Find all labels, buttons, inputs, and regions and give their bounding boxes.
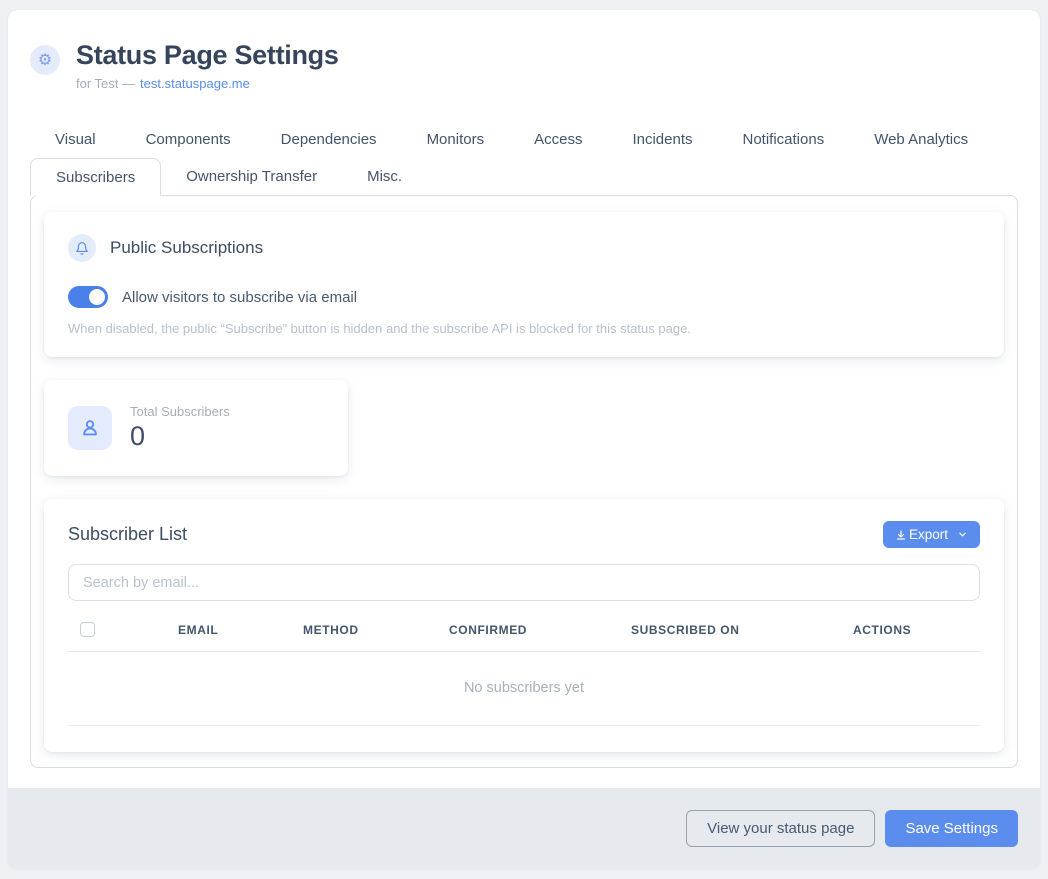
- subscriber-list-card: Subscriber List Export: [44, 499, 1004, 752]
- tab-misc[interactable]: Misc.: [342, 158, 427, 195]
- allow-subscribe-label: Allow visitors to subscribe via email: [122, 289, 357, 306]
- column-header-confirmed: Confirmed: [449, 623, 631, 637]
- export-button-label: Export: [909, 527, 948, 542]
- total-subscribers-card: Total Subscribers 0: [44, 380, 348, 476]
- header-text: Status Page Settings for Test — test.sta…: [76, 40, 339, 91]
- tab-row-2: Subscribers Ownership Transfer Misc.: [30, 158, 1018, 195]
- allow-subscribe-toggle[interactable]: [68, 286, 108, 308]
- subscribers-tab-panel: Public Subscriptions Allow visitors to s…: [30, 195, 1018, 768]
- public-subscriptions-title: Public Subscriptions: [110, 238, 263, 258]
- page-subtitle: for Test — test.statuspage.me: [76, 76, 339, 91]
- tab-notifications[interactable]: Notifications: [718, 121, 850, 158]
- select-all-checkbox[interactable]: [80, 622, 95, 637]
- public-subscriptions-header: Public Subscriptions: [68, 234, 980, 262]
- toggle-knob: [89, 289, 105, 305]
- status-page-link[interactable]: test.statuspage.me: [140, 76, 250, 91]
- page-header: ⚙ Status Page Settings for Test — test.s…: [8, 10, 1040, 91]
- tab-subscribers[interactable]: Subscribers: [30, 158, 161, 196]
- empty-state-message: No subscribers yet: [68, 652, 980, 726]
- tab-row-1: Visual Components Dependencies Monitors …: [30, 121, 1018, 158]
- subscribe-toggle-row: Allow visitors to subscribe via email: [68, 286, 980, 308]
- tab-components[interactable]: Components: [121, 121, 256, 158]
- total-subscribers-value: 0: [130, 421, 230, 452]
- gear-icon: ⚙: [30, 45, 60, 75]
- total-subscribers-label: Total Subscribers: [130, 404, 230, 419]
- tab-visual[interactable]: Visual: [30, 121, 121, 158]
- footer-action-bar: View your status page Save Settings: [8, 788, 1040, 868]
- column-header-email: Email: [178, 623, 303, 637]
- tab-ownership-transfer[interactable]: Ownership Transfer: [161, 158, 342, 195]
- view-status-page-button[interactable]: View your status page: [686, 810, 875, 847]
- subtitle-prefix: for Test —: [76, 76, 135, 91]
- column-header-actions: Actions: [853, 623, 980, 637]
- tab-monitors[interactable]: Monitors: [402, 121, 510, 158]
- search-input[interactable]: [68, 564, 980, 601]
- page-title: Status Page Settings: [76, 40, 339, 71]
- column-header-method: Method: [303, 623, 449, 637]
- subscriber-list-header: Subscriber List Export: [68, 521, 980, 548]
- chevron-down-icon: [957, 529, 968, 540]
- export-button[interactable]: Export: [883, 521, 980, 548]
- save-settings-button[interactable]: Save Settings: [885, 810, 1018, 847]
- select-all-cell: [68, 622, 178, 637]
- bell-icon: [68, 234, 96, 262]
- status-page-settings-window: ⚙ Status Page Settings for Test — test.s…: [8, 10, 1040, 868]
- subscriber-list-title: Subscriber List: [68, 524, 187, 545]
- tab-web-analytics[interactable]: Web Analytics: [849, 121, 993, 158]
- column-header-subscribed-on: Subscribed On: [631, 623, 853, 637]
- subscriber-table-header: Email Method Confirmed Subscribed On Act…: [68, 622, 980, 652]
- stat-text: Total Subscribers 0: [130, 404, 230, 452]
- subscribe-helper-text: When disabled, the public “Subscribe” bu…: [68, 321, 980, 336]
- download-icon: [895, 529, 907, 541]
- tab-access[interactable]: Access: [509, 121, 607, 158]
- person-icon: [68, 406, 112, 450]
- public-subscriptions-card: Public Subscriptions Allow visitors to s…: [44, 212, 1004, 357]
- tab-incidents[interactable]: Incidents: [607, 121, 717, 158]
- settings-tabs: Visual Components Dependencies Monitors …: [30, 121, 1018, 195]
- tab-dependencies[interactable]: Dependencies: [256, 121, 402, 158]
